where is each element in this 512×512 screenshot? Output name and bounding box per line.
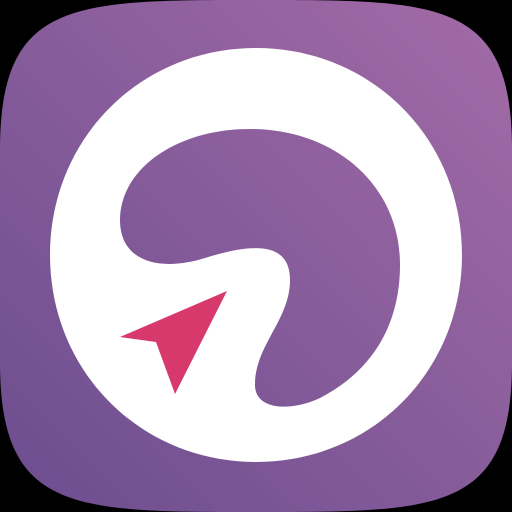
app-icon[interactable]: [0, 0, 512, 512]
ring-icon: [50, 48, 462, 462]
app-icon-canvas: [0, 0, 512, 512]
